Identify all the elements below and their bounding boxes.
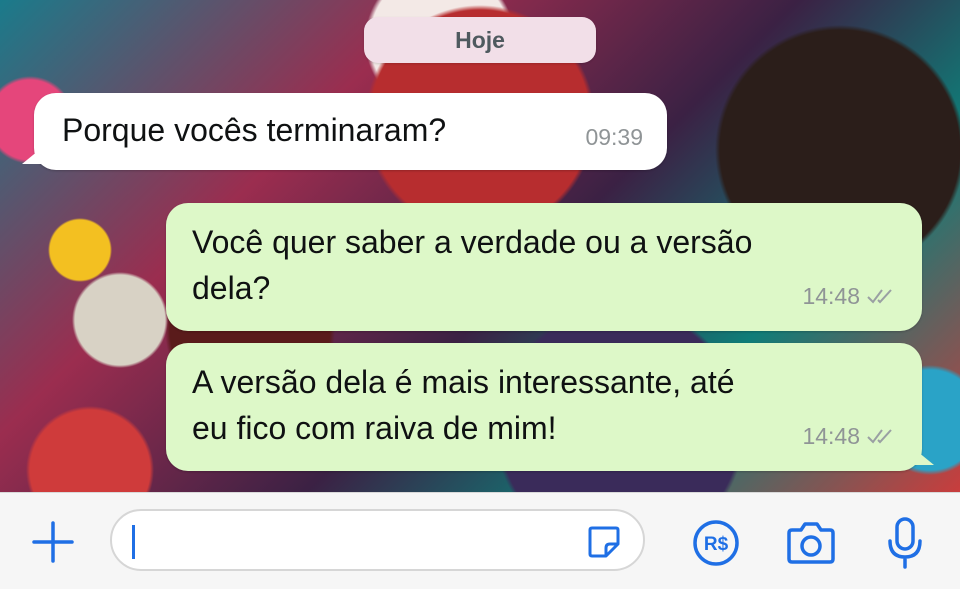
date-separator: Hoje [364, 17, 596, 63]
voice-record-button[interactable] [880, 513, 930, 573]
outgoing-message-bubble[interactable]: Você quer saber a verdade ou a versão de… [166, 203, 922, 331]
message-text: A versão dela é mais interessante, até e… [192, 359, 735, 451]
bubble-tail [912, 447, 934, 465]
pix-label: R$ [704, 534, 729, 555]
message-meta: 14:48 [802, 413, 898, 459]
message-line: dela? [192, 270, 271, 306]
sticker-icon [588, 526, 620, 558]
message-input-bar: R$ [0, 492, 960, 589]
plus-icon [32, 521, 74, 563]
bubble-tail [22, 146, 44, 164]
message-meta: 09:39 [585, 114, 643, 160]
message-input[interactable] [110, 509, 645, 571]
camera-icon [787, 522, 835, 564]
message-text: Você quer saber a verdade ou a versão de… [192, 219, 752, 311]
message-time: 09:39 [585, 124, 643, 150]
message-line: A versão dela é mais interessante, até [192, 364, 735, 400]
pix-payment-button[interactable]: R$ [690, 517, 742, 569]
message-meta: 14:48 [802, 273, 898, 319]
outgoing-message-bubble[interactable]: A versão dela é mais interessante, até e… [166, 343, 934, 471]
message-line: Você quer saber a verdade ou a versão [192, 224, 753, 260]
pix-payment-icon: R$ [693, 520, 739, 566]
message-time: 14:48 [802, 423, 860, 449]
sticker-button[interactable] [585, 523, 623, 561]
message-time: 14:48 [802, 283, 860, 309]
microphone-icon [888, 517, 922, 569]
read-receipt-icon [867, 289, 892, 304]
message-line: eu fico com raiva de mim! [192, 410, 557, 446]
attach-button[interactable] [28, 517, 78, 567]
text-caret [132, 525, 135, 559]
date-label: Hoje [455, 26, 505, 53]
camera-button[interactable] [782, 517, 840, 569]
read-receipt-icon [867, 429, 892, 444]
incoming-message-bubble[interactable]: Porque vocês terminaram? 09:39 [22, 93, 667, 170]
message-text: Porque vocês terminaram? [62, 112, 447, 148]
